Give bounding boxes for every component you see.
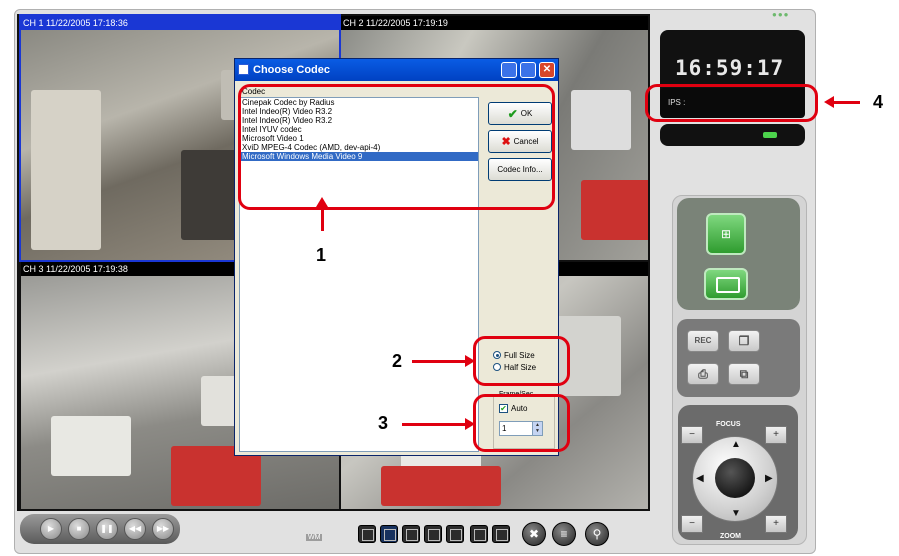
- zoom-minus-button[interactable]: −: [681, 515, 703, 533]
- layout-1-button[interactable]: [358, 525, 376, 543]
- arrow-right-annotation-icon: [412, 355, 475, 367]
- maximize-button[interactable]: [520, 62, 536, 78]
- status-display: [660, 124, 805, 146]
- highlight-codec-list: [238, 84, 555, 210]
- close-button[interactable]: ✕: [539, 62, 555, 78]
- printer-icon: ⎙: [698, 367, 708, 381]
- rec-button[interactable]: REC: [687, 330, 719, 352]
- stop-button[interactable]: ■: [68, 518, 90, 540]
- window-button[interactable]: ❐: [728, 330, 760, 352]
- copy-button[interactable]: ⧉: [728, 363, 760, 385]
- highlight-frame-sec: [473, 394, 570, 452]
- layout-13-button[interactable]: [470, 525, 488, 543]
- rewind-button[interactable]: ◀◀: [124, 518, 146, 540]
- layout-16-button[interactable]: [492, 525, 510, 543]
- clock-readout: 16:59:17: [675, 56, 785, 80]
- quad-view-icon: ⊞: [720, 227, 732, 241]
- search-button[interactable]: ⚲: [585, 522, 609, 546]
- pause-button[interactable]: ❚❚: [96, 518, 118, 540]
- minimize-button[interactable]: [501, 62, 517, 78]
- stop-icon: ■: [76, 524, 82, 533]
- focus-label: FOCUS: [716, 421, 741, 428]
- play-button[interactable]: ▶: [40, 518, 62, 540]
- dialog-title-bar[interactable]: Choose Codec ✕: [235, 59, 558, 81]
- dpad-center-button[interactable]: [715, 458, 755, 498]
- status-led-icon: [763, 132, 777, 138]
- annotation-number-1: 1: [316, 245, 327, 265]
- annotation-number-4: 4: [873, 92, 884, 112]
- arrow-up-annotation-icon: [316, 197, 328, 231]
- highlight-size-options: [473, 336, 570, 386]
- tools-icon: ✖: [528, 527, 540, 541]
- arrow-right-icon[interactable]: ▶: [765, 473, 773, 484]
- dialog-app-icon: [238, 64, 249, 75]
- highlight-fps-display: [645, 84, 818, 122]
- layout-9-button[interactable]: [446, 525, 464, 543]
- fast-forward-button[interactable]: ▶▶: [152, 518, 174, 540]
- focus-minus-button[interactable]: −: [681, 426, 703, 444]
- arrow-right-annotation-icon: [402, 418, 475, 430]
- window-icon: ❐: [738, 334, 750, 348]
- focus-plus-button[interactable]: +: [765, 426, 787, 444]
- copy-icon: ⧉: [739, 367, 749, 381]
- arrow-left-icon[interactable]: ◀: [696, 473, 704, 484]
- print-button[interactable]: ⎙: [687, 363, 719, 385]
- layout-8-button[interactable]: [424, 525, 442, 543]
- zoom-label: ZOOM: [720, 533, 741, 540]
- rewind-icon: ◀◀: [128, 524, 142, 533]
- arrow-down-icon[interactable]: ▼: [731, 508, 741, 519]
- annotation-number-3: 3: [378, 413, 389, 433]
- fast-forward-icon: ▶▶: [156, 524, 170, 533]
- play-icon: ▶: [47, 524, 55, 533]
- window-control-icons[interactable]: ●●●: [772, 10, 790, 19]
- wm-checkbox[interactable]: WM: [306, 534, 323, 541]
- arrow-up-icon[interactable]: ▲: [731, 439, 741, 450]
- pause-icon: ❚❚: [100, 524, 114, 533]
- layout-4-button[interactable]: [380, 525, 398, 543]
- annotation-number-2: 2: [392, 351, 403, 371]
- layout-6-button[interactable]: [402, 525, 420, 543]
- database-icon: ≡: [560, 527, 568, 541]
- tools-button[interactable]: ✖: [522, 522, 546, 546]
- arrow-left-annotation-icon: [824, 96, 860, 108]
- storage-button[interactable]: ≡: [552, 522, 576, 546]
- channel-caption: CH 2 11/22/2005 17:19:19: [341, 16, 648, 30]
- channel-caption: CH 1 11/22/2005 17:18:36: [21, 16, 339, 30]
- multi-view-button[interactable]: ⊞: [706, 213, 746, 255]
- search-icon: ⚲: [592, 527, 602, 541]
- dialog-title: Choose Codec: [253, 64, 331, 76]
- single-view-button[interactable]: [704, 268, 748, 300]
- zoom-plus-button[interactable]: +: [765, 515, 787, 533]
